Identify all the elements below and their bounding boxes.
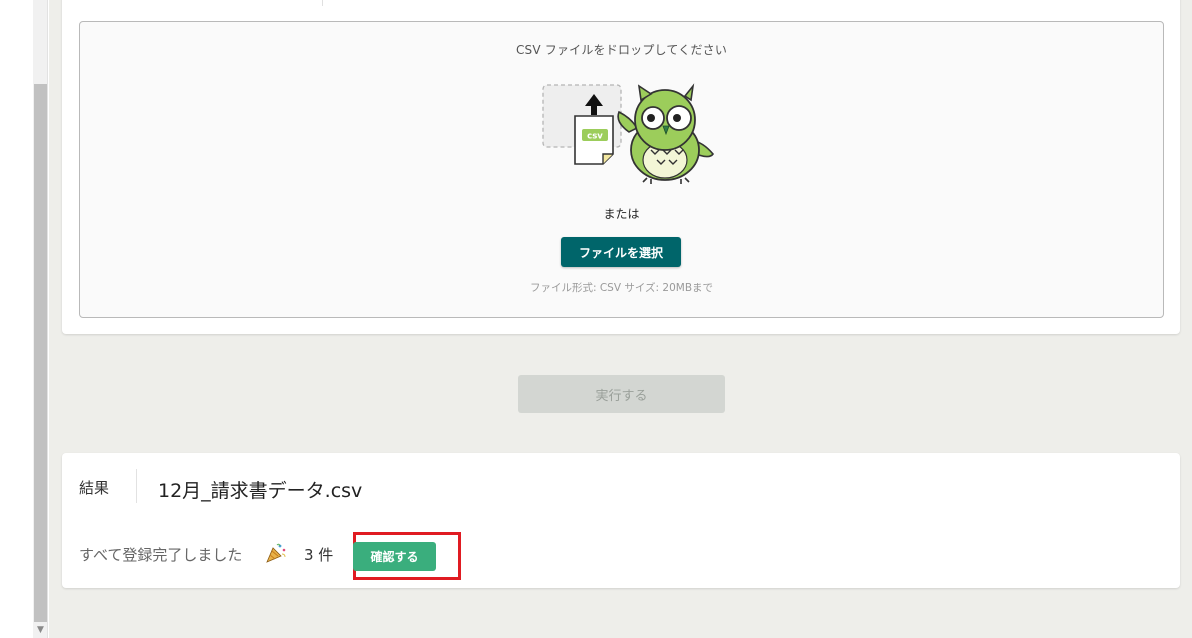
complete-message: すべて登録完了しました bbox=[79, 546, 243, 564]
result-filename: 12月_請求書データ.csv bbox=[158, 480, 363, 502]
upload-illustration: csv bbox=[542, 83, 714, 184]
scrollbar-thumb[interactable] bbox=[34, 84, 47, 622]
or-text: または bbox=[603, 207, 640, 221]
confirm-button[interactable]: 確認する bbox=[353, 542, 436, 571]
scroll-down-arrow-icon[interactable]: ▼ bbox=[35, 625, 46, 636]
svg-text:csv: csv bbox=[587, 132, 603, 142]
drop-prompt: CSV ファイルをドロップしてください bbox=[515, 43, 728, 57]
upload-card: CSV ファイルをドロップしてください csv または ファイルを選択 ファイル… bbox=[62, 0, 1180, 334]
record-count: 3 件 bbox=[304, 546, 334, 564]
main-content: CSV ファイルをドロップしてください csv または ファイルを選択 ファイル… bbox=[49, 0, 1192, 638]
party-popper-icon bbox=[266, 543, 286, 563]
page: ▼ CSV ファイルをドロップしてください csv または ファイルを選択 ファ… bbox=[0, 0, 1192, 638]
scrollbar[interactable]: ▼ bbox=[33, 0, 48, 638]
select-file-button[interactable]: ファイルを選択 bbox=[561, 237, 681, 267]
result-label: 結果 bbox=[79, 479, 110, 497]
result-card: 結果 12月_請求書データ.csv すべて登録完了しました 3 件 確認する bbox=[62, 453, 1180, 588]
owl-mascot bbox=[617, 83, 714, 184]
run-button[interactable]: 実行する bbox=[518, 375, 725, 413]
card-divider bbox=[322, 0, 323, 6]
csv-drop-zone[interactable]: CSV ファイルをドロップしてください csv または ファイルを選択 ファイル… bbox=[79, 21, 1164, 318]
csv-file-icon: csv bbox=[574, 115, 614, 165]
file-format-note: ファイル形式: CSV サイズ: 20MBまで bbox=[529, 282, 714, 294]
result-divider bbox=[136, 469, 137, 503]
left-gutter bbox=[0, 0, 33, 638]
